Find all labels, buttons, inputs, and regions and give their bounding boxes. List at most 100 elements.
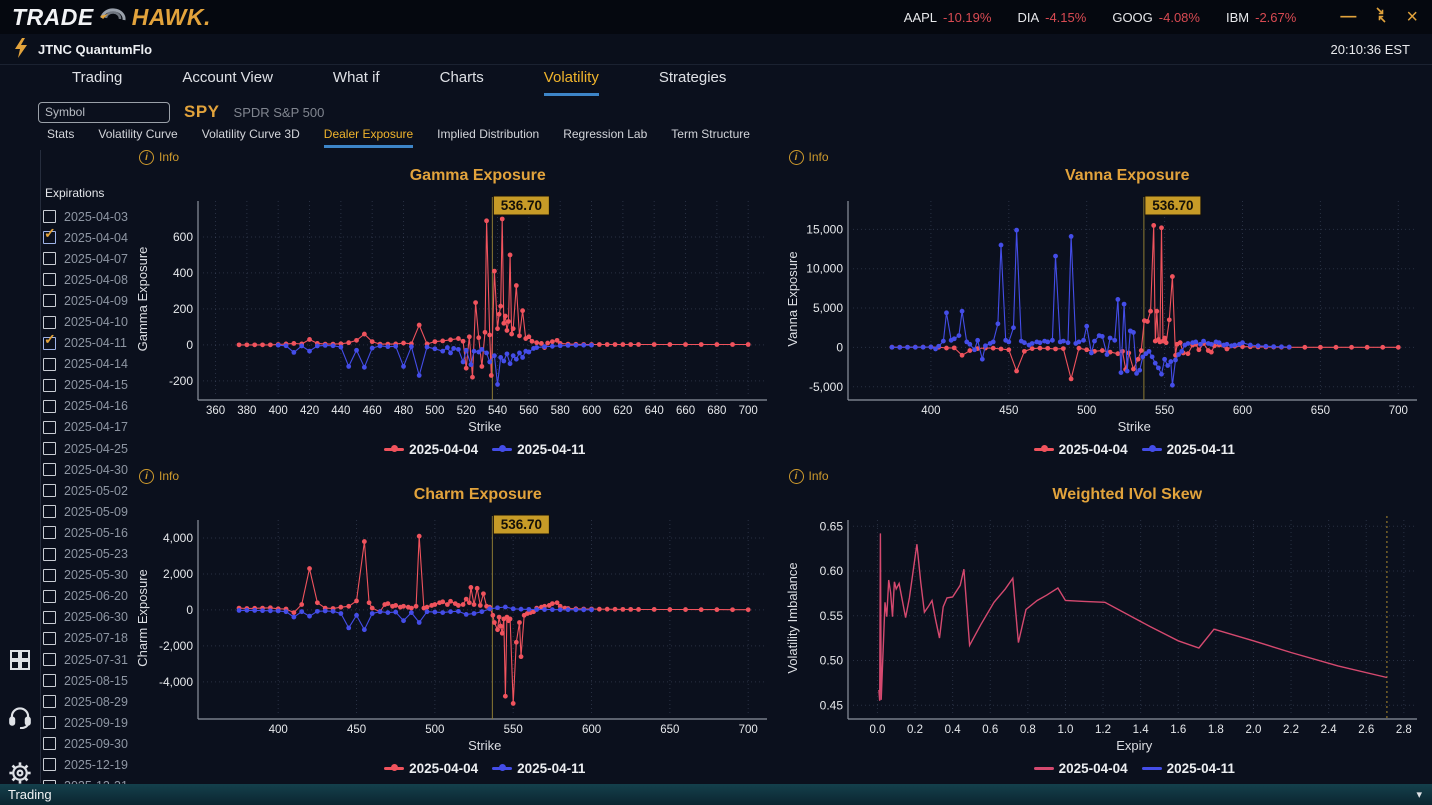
svg-text:1.6: 1.6: [1170, 724, 1186, 736]
legend-item[interactable]: 2025-04-11: [1141, 442, 1235, 457]
expiration-checkbox-row[interactable]: ✓2025-05-16: [43, 522, 135, 543]
tab-what-if[interactable]: What if: [333, 66, 380, 96]
x-axis-label: Strike: [1117, 419, 1151, 434]
restore-button[interactable]: [1372, 6, 1390, 29]
checkbox[interactable]: ✓: [43, 399, 56, 413]
ivol-skew-chart[interactable]: 0.0 0.2 0.4 0.6 0.8 1.0 1.2 1.4 1.6 1.8 2.0 2.2 2.4 2…: [783, 510, 1432, 738]
expiration-checkbox-row[interactable]: ✓2025-06-20: [43, 586, 135, 607]
tab-charts[interactable]: Charts: [440, 66, 484, 96]
tab-volatility[interactable]: Volatility: [543, 66, 599, 96]
info-button[interactable]: i Info: [788, 468, 829, 484]
subtab-stats[interactable]: Stats: [47, 124, 74, 148]
expiration-checkbox-row[interactable]: ✓2025-04-15: [43, 375, 135, 396]
checkbox[interactable]: ✓: [43, 252, 56, 266]
checkbox[interactable]: ✓: [43, 631, 56, 645]
expiration-checkbox-row[interactable]: ✓2025-06-30: [43, 607, 135, 628]
checkbox[interactable]: ✓: [43, 716, 56, 730]
subtab-term-structure[interactable]: Term Structure: [671, 124, 750, 148]
subtab-regression-lab[interactable]: Regression Lab: [563, 124, 647, 148]
expiration-checkbox-row[interactable]: ✓2025-04-03: [43, 206, 135, 227]
status-caret-icon[interactable]: ▾: [1416, 788, 1422, 801]
tab-trading[interactable]: Trading: [72, 66, 122, 96]
ticker-quote[interactable]: DIA -4.15%: [1017, 10, 1086, 25]
status-bar[interactable]: Trading ▾: [0, 784, 1432, 805]
checkbox[interactable]: ✓: [43, 378, 56, 392]
checkbox[interactable]: ✓: [43, 737, 56, 751]
info-button[interactable]: i Info: [139, 468, 179, 484]
expiration-checkbox-row[interactable]: ✓2025-04-08: [43, 269, 135, 290]
expiration-checkbox-row[interactable]: ✓2025-05-09: [43, 501, 135, 522]
checkbox[interactable]: ✓: [43, 526, 56, 540]
checkbox[interactable]: ✓: [43, 210, 56, 224]
expiration-checkbox-row[interactable]: ✓2025-04-25: [43, 438, 135, 459]
close-button[interactable]: ×: [1406, 7, 1418, 27]
checkbox[interactable]: ✓: [43, 273, 56, 287]
checkbox[interactable]: ✓: [43, 484, 56, 498]
ticker-quote[interactable]: GOOG -4.08%: [1112, 10, 1200, 25]
expiration-checkbox-row[interactable]: ✓2025-04-09: [43, 290, 135, 311]
gamma-exposure-chart[interactable]: 360 380 400 420 440 460 480 500 520 540 560 580 600 6…: [133, 191, 783, 419]
checkbox[interactable]: ✓: [43, 294, 56, 308]
expiration-checkbox-row[interactable]: ✓2025-08-29: [43, 691, 135, 712]
checkbox[interactable]: ✓: [43, 547, 56, 561]
expiration-checkbox-row[interactable]: ✓2025-04-10: [43, 311, 135, 332]
vanna-exposure-chart[interactable]: 400 450 500 550 600 650 700 -5,000 0 5,000 10,000 1…: [783, 191, 1432, 419]
checkbox[interactable]: ✓: [43, 505, 56, 519]
ticker-quote[interactable]: AAPL -10.19%: [904, 10, 992, 25]
expiration-checkbox-row[interactable]: ✓2025-08-15: [43, 670, 135, 691]
checkbox[interactable]: ✓: [43, 357, 56, 371]
subtab-volatility-curve[interactable]: Volatility Curve: [98, 124, 177, 148]
legend-item[interactable]: 2025-04-11: [492, 761, 585, 776]
active-symbol: SPY: [184, 102, 220, 121]
expiration-checkbox-row[interactable]: ✓ 2025-04-11: [43, 331, 135, 354]
checkbox[interactable]: ✓: [43, 225, 56, 245]
expiration-checkbox-row[interactable]: ✓2025-04-14: [43, 354, 135, 375]
checkbox[interactable]: ✓: [43, 695, 56, 709]
tab-account-view[interactable]: Account View: [182, 66, 273, 96]
subtab-implied-distribution[interactable]: Implied Distribution: [437, 124, 539, 148]
expiration-checkbox-row[interactable]: ✓2025-04-16: [43, 396, 135, 417]
expiration-checkbox-row[interactable]: ✓2025-05-23: [43, 544, 135, 565]
checkbox[interactable]: ✓: [43, 420, 56, 434]
checkbox[interactable]: ✓: [43, 758, 56, 772]
charm-exposure-chart[interactable]: 400 450 500 550 600 650 700 -4,000 -2,000 0 2,000 4…: [133, 510, 783, 738]
expiration-checkbox-row[interactable]: ✓2025-07-31: [43, 649, 135, 670]
legend-item[interactable]: 2025-04-04: [1033, 442, 1128, 457]
svg-text:400: 400: [921, 405, 940, 417]
expiration-checkbox-row[interactable]: ✓2025-09-30: [43, 733, 135, 754]
svg-text:0.6: 0.6: [982, 724, 998, 736]
tab-strategies[interactable]: Strategies: [659, 66, 727, 96]
apps-grid-icon[interactable]: [8, 648, 32, 677]
legend-item[interactable]: 2025-04-04: [384, 442, 478, 457]
checkbox[interactable]: ✓: [43, 463, 56, 477]
checkbox[interactable]: ✓: [43, 653, 56, 667]
info-button[interactable]: i Info: [788, 149, 829, 165]
minimize-button[interactable]: —: [1340, 8, 1356, 26]
expiration-checkbox-row[interactable]: ✓2025-04-30: [43, 459, 135, 480]
expiration-checkbox-row[interactable]: ✓2025-05-02: [43, 480, 135, 501]
expiration-checkbox-row[interactable]: ✓2025-04-17: [43, 417, 135, 438]
expiration-checkbox-row[interactable]: ✓2025-09-19: [43, 712, 135, 733]
checkbox[interactable]: ✓: [43, 610, 56, 624]
expiration-checkbox-row[interactable]: ✓2025-05-30: [43, 565, 135, 586]
legend-item[interactable]: 2025-04-11: [492, 442, 585, 457]
expiration-checkbox-row[interactable]: ✓ 2025-04-04: [43, 225, 135, 248]
legend-item[interactable]: 2025-04-04: [384, 761, 478, 776]
subtab-dealer-exposure[interactable]: Dealer Exposure: [323, 124, 414, 148]
checkbox[interactable]: ✓: [43, 568, 56, 582]
checkbox[interactable]: ✓: [43, 589, 56, 603]
checkbox[interactable]: ✓: [43, 315, 56, 329]
info-button[interactable]: i Info: [139, 149, 179, 165]
support-headset-icon[interactable]: [7, 703, 33, 734]
expiration-checkbox-row[interactable]: ✓2025-07-18: [43, 628, 135, 649]
checkbox[interactable]: ✓: [43, 331, 56, 350]
subtab-volatility-curve-3d[interactable]: Volatility Curve 3D: [202, 124, 300, 148]
expiration-checkbox-row[interactable]: ✓2025-04-07: [43, 248, 135, 269]
ticker-quote[interactable]: IBM -2.67%: [1226, 10, 1296, 25]
checkbox[interactable]: ✓: [43, 674, 56, 688]
expiration-checkbox-row[interactable]: ✓2025-12-19: [43, 754, 135, 775]
checkbox[interactable]: ✓: [43, 442, 56, 456]
legend-item[interactable]: 2025-04-11: [1141, 761, 1235, 776]
legend-item[interactable]: 2025-04-04: [1033, 761, 1128, 776]
symbol-input[interactable]: [38, 101, 170, 123]
